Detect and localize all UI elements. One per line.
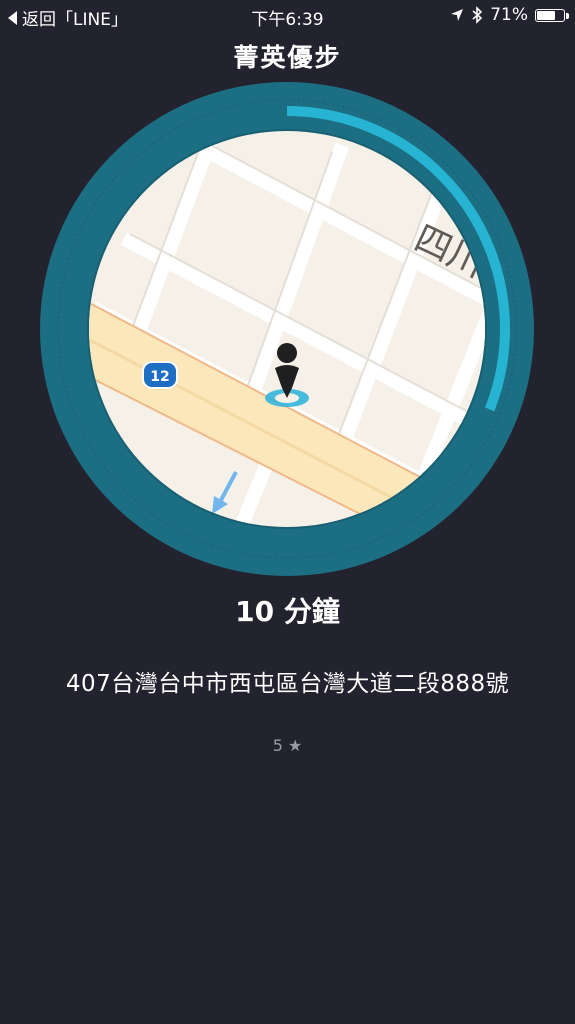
battery-icon <box>535 8 569 22</box>
pickup-address: 407台灣台中市西屯區台灣大道二段888號 <box>65 671 510 697</box>
battery-level <box>537 10 556 20</box>
status-indicators: 71% <box>450 5 569 25</box>
status-bar: 返回「LINE」 下午6:39 71% <box>0 0 575 32</box>
location-arrow-icon <box>451 9 464 21</box>
battery-percent: 71% <box>490 5 528 25</box>
trip-progress-ring: 四川 12 <box>40 82 534 576</box>
route-shield-icon: 12 <box>142 361 178 389</box>
eta-text: 10 分鐘 <box>235 595 340 628</box>
bluetooth-icon <box>472 6 483 24</box>
page-title: 菁英優步 <box>233 43 342 72</box>
screen: 返回「LINE」 下午6:39 71% 菁英優步 四川 12 10 分鐘 407… <box>0 0 575 1024</box>
driver-rating: 5 ★ <box>272 736 303 755</box>
route-badge-label: 12 <box>150 369 169 385</box>
